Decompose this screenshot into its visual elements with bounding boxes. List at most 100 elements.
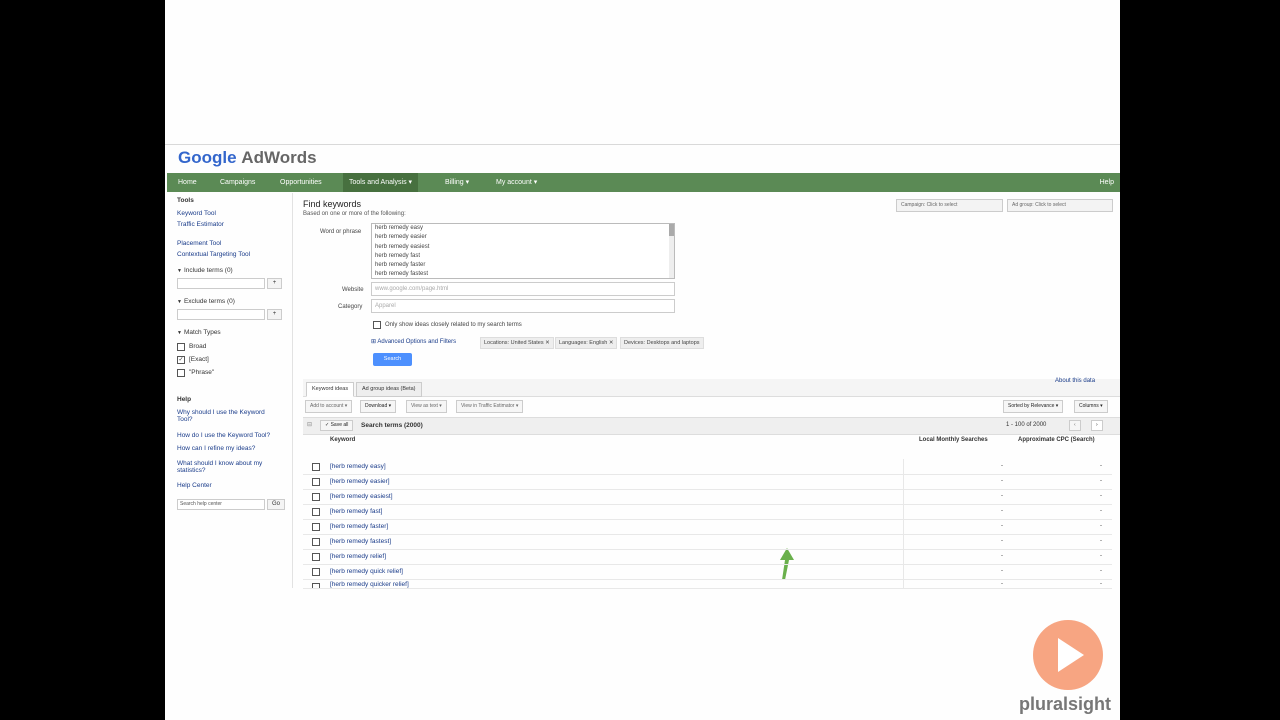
adgroup-select[interactable]: Ad group: Click to select (1007, 199, 1113, 212)
keyword-link[interactable]: [herb remedy fast] (330, 508, 382, 515)
cpc-value: - (1100, 538, 1102, 544)
row-checkbox[interactable] (312, 508, 320, 516)
collapse-icon[interactable]: ⊟ (307, 421, 312, 428)
col-keyword[interactable]: Keyword (330, 437, 355, 443)
exclude-terms-input[interactable] (177, 309, 265, 320)
keyword-link[interactable]: [herb remedy relief] (330, 553, 386, 560)
table-row: [herb remedy quick relief] - - (303, 564, 1112, 580)
include-terms-input[interactable] (177, 278, 265, 289)
sidebar-item-keyword-tool[interactable]: Keyword Tool (177, 210, 216, 217)
devices-chip[interactable]: Devices: Desktops and laptops (620, 337, 704, 349)
columns-dropdown[interactable]: Columns ▾ (1074, 400, 1108, 413)
search-terms-title: Search terms (2000) (361, 422, 423, 429)
help-link[interactable]: Why should I use the Keyword Tool? (177, 409, 277, 423)
row-checkbox[interactable] (312, 583, 320, 588)
broad-checkbox[interactable] (177, 343, 185, 351)
nav-help[interactable]: Help (1100, 173, 1114, 192)
word-line: herb remedy faster (375, 262, 426, 269)
about-data-link[interactable]: About this data (1055, 378, 1095, 384)
sidebar-item-traffic-estimator[interactable]: Traffic Estimator (177, 221, 224, 228)
closely-related-checkbox[interactable] (373, 321, 381, 329)
local-searches-value: - (1001, 463, 1003, 469)
sidebar-item-placement-tool[interactable]: Placement Tool (177, 240, 221, 247)
exact-label: [Exact] (189, 356, 209, 363)
keyword-link[interactable]: [herb remedy faster] (330, 523, 388, 530)
advanced-options-link[interactable]: ⊞ Advanced Options and Filters (371, 338, 456, 345)
nav-tools-analysis[interactable]: Tools and Analysis ▾ (343, 173, 419, 192)
row-checkbox[interactable] (312, 553, 320, 561)
add-to-account-button[interactable]: Add to account ▾ (305, 400, 353, 413)
phrase-label: "Phrase" (189, 369, 215, 376)
save-all-button[interactable]: ✓ Save all (320, 420, 354, 431)
table-row: [herb remedy faster] - - (303, 519, 1112, 535)
view-traffic-estimator-button[interactable]: View in Traffic Estimator ▾ (456, 400, 524, 413)
col-sep (903, 459, 904, 474)
help-link[interactable]: How can I refine my ideas? (177, 445, 255, 452)
search-button[interactable]: Search (373, 353, 412, 366)
nav-billing[interactable]: Billing ▾ (439, 173, 475, 192)
language-chip[interactable]: Languages: English ✕ (555, 337, 618, 349)
keyword-link[interactable]: [herb remedy quick relief] (330, 568, 403, 575)
sort-dropdown[interactable]: Sorted by Relevance ▾ (1003, 400, 1064, 413)
cpc-value: - (1100, 508, 1102, 514)
nav-campaigns[interactable]: Campaigns (214, 173, 261, 192)
page-title: Find keywords (303, 199, 362, 209)
phrase-checkbox[interactable] (177, 369, 185, 377)
exact-checkbox[interactable]: ✓ (177, 356, 185, 364)
tab-adgroup-ideas[interactable]: Ad group ideas (Beta) (356, 382, 422, 397)
include-add-button[interactable]: + (267, 278, 282, 289)
location-chip[interactable]: Locations: United States ✕ (480, 337, 554, 349)
sidebar: Tools Keyword Tool Traffic Estimator Pla… (167, 193, 293, 588)
row-checkbox[interactable] (312, 538, 320, 546)
help-center-link[interactable]: Help Center (177, 482, 212, 489)
include-terms-toggle[interactable]: ▼ Include terms (0) (177, 267, 233, 274)
nav-home[interactable]: Home (172, 173, 203, 192)
website-input[interactable]: www.google.com/page.html (371, 282, 675, 296)
row-checkbox[interactable] (312, 568, 320, 576)
keyword-link[interactable]: [herb remedy fastest] (330, 538, 391, 545)
prev-page-button[interactable]: ‹ (1069, 420, 1081, 431)
row-checkbox[interactable] (312, 523, 320, 531)
keyword-link[interactable]: [herb remedy easiest] (330, 493, 393, 500)
help-go-button[interactable]: Go (267, 499, 285, 510)
table-row: [herb remedy easy] - - (303, 459, 1112, 475)
table-row: [herb remedy fastest] - - (303, 534, 1112, 550)
exclude-add-button[interactable]: + (267, 309, 282, 320)
row-checkbox[interactable] (312, 478, 320, 486)
help-search-input[interactable]: Search help center (177, 499, 265, 510)
keyword-link[interactable]: [herb remedy easy] (330, 463, 386, 470)
cpc-value: - (1100, 493, 1102, 499)
tab-keyword-ideas[interactable]: Keyword ideas (306, 382, 355, 397)
keyword-link[interactable]: [herb remedy easier] (330, 478, 390, 485)
scrollbar[interactable] (669, 224, 674, 278)
word-phrase-textarea[interactable]: herb remedy easy herb remedy easier herb… (371, 223, 675, 279)
help-link[interactable]: What should I know about my statistics? (177, 460, 277, 474)
keyword-link[interactable]: [herb remedy quicker relief] (330, 581, 409, 588)
row-checkbox[interactable] (312, 463, 320, 471)
category-input[interactable]: Apparel (371, 299, 675, 313)
col-sep (903, 504, 904, 519)
divider (165, 144, 1120, 145)
view-as-text-button[interactable]: View as text ▾ (406, 400, 447, 413)
nav-my-account[interactable]: My account ▾ (490, 173, 543, 192)
col-cpc[interactable]: Approximate CPC (Search) (1018, 437, 1095, 443)
pluralsight-watermark: pluralsight (1019, 694, 1112, 714)
match-types-toggle[interactable]: ▼ Match Types (177, 329, 221, 336)
table-row: [herb remedy easier] - - (303, 474, 1112, 490)
next-page-button[interactable]: › (1091, 420, 1103, 431)
row-checkbox[interactable] (312, 493, 320, 501)
triangle-icon: ▼ (177, 299, 182, 305)
download-button[interactable]: Download ▾ (360, 400, 397, 413)
local-searches-value: - (1001, 568, 1003, 574)
exclude-terms-toggle[interactable]: ▼ Exclude terms (0) (177, 298, 235, 305)
nav-opportunities[interactable]: Opportunities (274, 173, 328, 192)
col-local-searches[interactable]: Local Monthly Searches (919, 437, 988, 443)
cpc-value: - (1100, 478, 1102, 484)
scrollbar-thumb[interactable] (669, 224, 674, 236)
sidebar-item-contextual-tool[interactable]: Contextual Targeting Tool (177, 251, 250, 258)
table-row: [herb remedy quicker relief] - - (303, 579, 1112, 589)
help-link[interactable]: How do I use the Keyword Tool? (177, 432, 270, 439)
campaign-select[interactable]: Campaign: Click to select (896, 199, 1003, 212)
word-line: herb remedy easy (375, 225, 424, 231)
col-sep (903, 564, 904, 579)
